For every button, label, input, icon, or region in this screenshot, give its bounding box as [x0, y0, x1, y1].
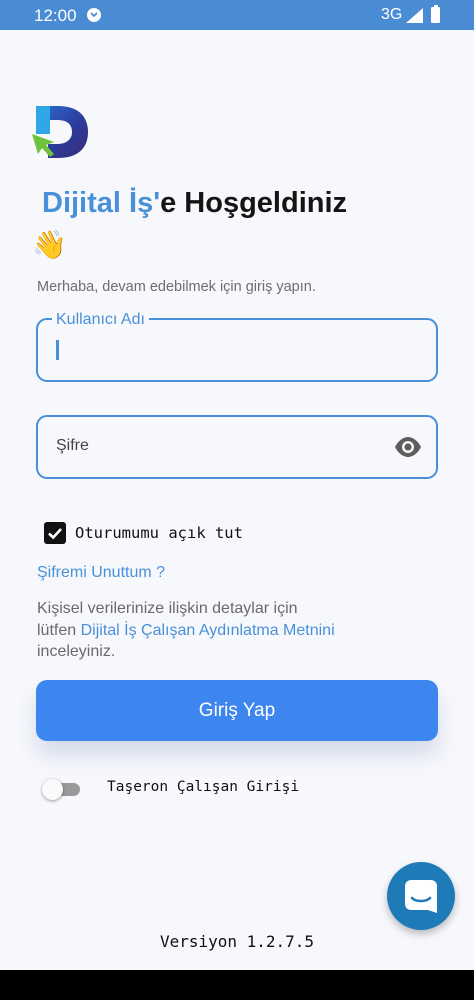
status-time: 12:00 [34, 6, 77, 25]
subtitle: Merhaba, devam edebilmek için giriş yapı… [37, 279, 316, 295]
signal-icon [406, 8, 423, 23]
version-label: Versiyon 1.2.7.5 [159, 932, 315, 951]
navigation-bar [0, 970, 474, 1000]
text-cursor [56, 340, 59, 360]
app-logo [32, 106, 88, 158]
username-label: Kullanıcı Adı [52, 310, 149, 330]
notification-icon [87, 8, 101, 22]
chat-button[interactable] [387, 862, 455, 930]
privacy-notice: Kişisel verilerinize ilişkin detaylar iç… [37, 598, 437, 663]
checkmark-icon [48, 528, 62, 540]
password-field[interactable]: Şifre [36, 415, 438, 479]
waving-hand-icon: 👋 [32, 229, 67, 260]
battery-icon [431, 5, 440, 23]
eye-icon[interactable] [394, 435, 422, 459]
subcontractor-toggle[interactable] [42, 777, 82, 801]
network-type: 3G [381, 6, 403, 23]
welcome-text: e Hoşgeldiniz [160, 187, 348, 219]
privacy-text-prefix: lütfen [37, 621, 81, 639]
remember-me-checkbox[interactable] [44, 522, 66, 544]
privacy-text-suffix: inceleyiniz. [37, 643, 116, 660]
forgot-password-link[interactable]: Şifremi Unuttum ? [37, 564, 165, 582]
login-button[interactable]: Giriş Yap [36, 680, 438, 741]
remember-me-label[interactable]: Oturumumu açık tut [75, 524, 243, 542]
status-bar: 12:00 3G [0, 0, 474, 30]
chat-icon [405, 880, 437, 913]
welcome-brand: Dijital İş' [42, 187, 161, 219]
toggle-thumb [42, 779, 63, 800]
privacy-policy-link[interactable]: Dijital İş Çalışan Aydınlatma Metnini [81, 622, 335, 639]
subcontractor-toggle-label[interactable]: Taşeron Çalışan Girişi [107, 779, 299, 795]
welcome-title: Dijital İş'e Hoşgeldiniz [42, 186, 347, 220]
privacy-text-line1: Kişisel verilerinize ilişkin detaylar iç… [37, 600, 298, 617]
password-placeholder: Şifre [56, 437, 89, 454]
